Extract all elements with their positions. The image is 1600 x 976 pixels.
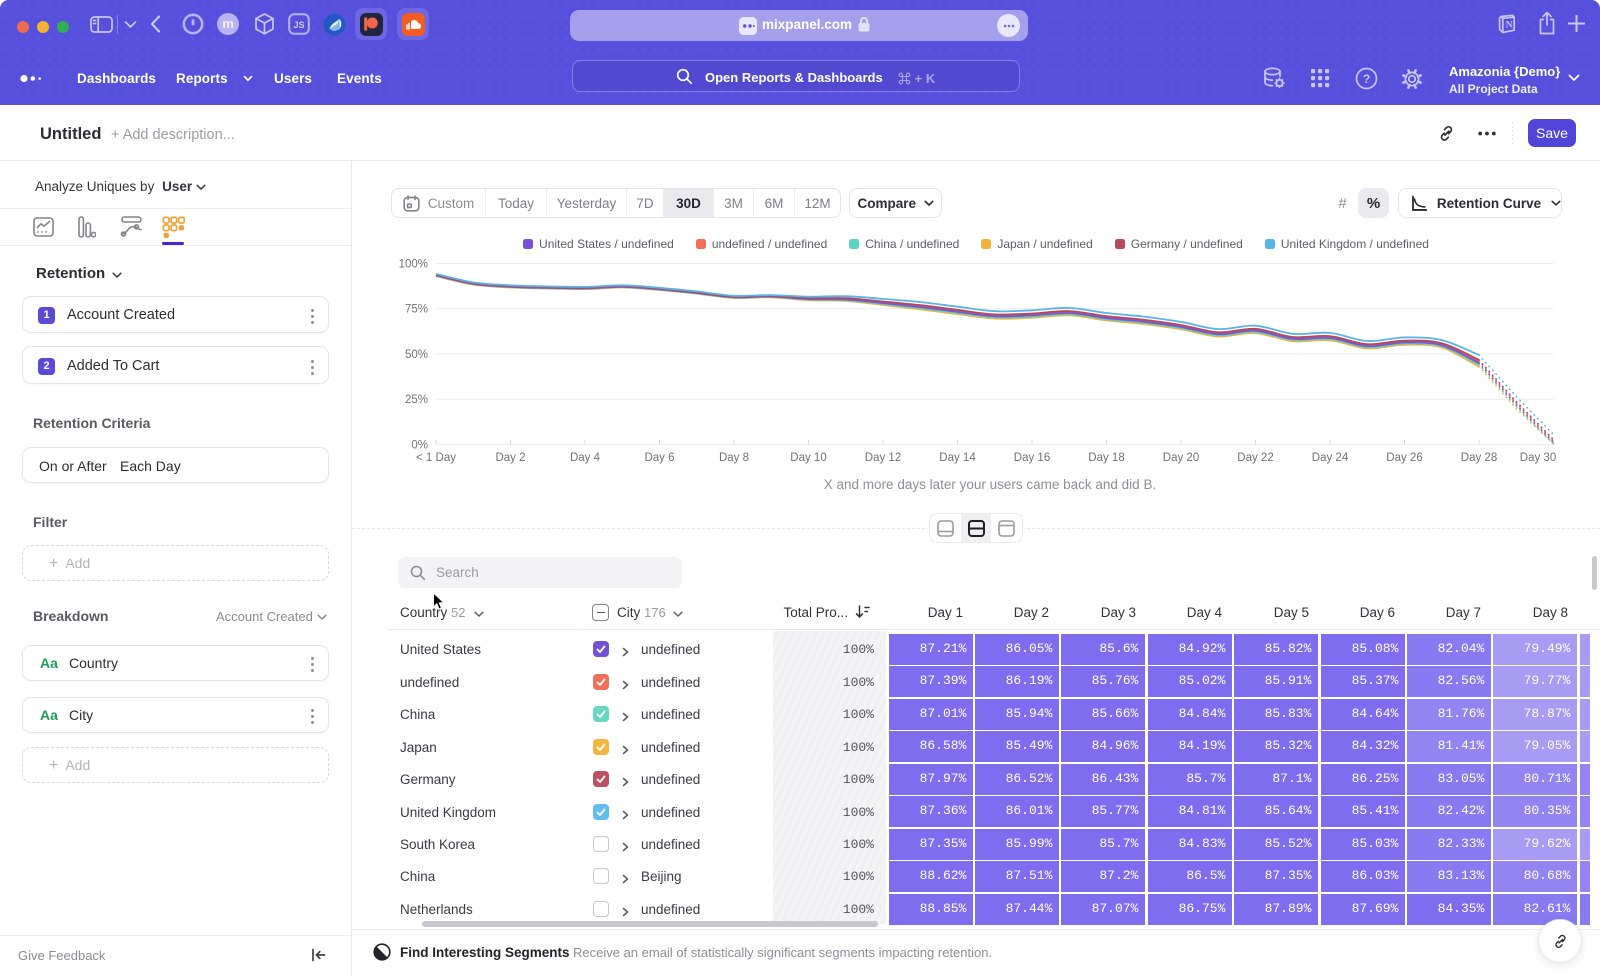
svg-text:?: ? xyxy=(1363,72,1370,86)
svg-text:Day 6: Day 6 xyxy=(644,452,674,464)
svg-text:Day 24: Day 24 xyxy=(1312,452,1349,464)
svg-text:Day 4: Day 4 xyxy=(570,452,601,464)
svg-text:Day 26: Day 26 xyxy=(1386,452,1422,464)
svg-text:100%: 100% xyxy=(399,259,428,271)
svg-text:25%: 25% xyxy=(405,394,428,406)
svg-text:Day 28: Day 28 xyxy=(1461,452,1497,464)
svg-text:Day 20: Day 20 xyxy=(1163,452,1199,464)
svg-text:Day 18: Day 18 xyxy=(1088,452,1124,464)
svg-text:Day 14: Day 14 xyxy=(939,452,976,464)
svg-text:JS: JS xyxy=(293,20,304,30)
svg-text:Day 16: Day 16 xyxy=(1014,452,1050,464)
svg-text:Day 8: Day 8 xyxy=(719,452,749,464)
svg-text:50%: 50% xyxy=(405,349,428,361)
svg-text:Day 12: Day 12 xyxy=(865,452,901,464)
svg-text:0%: 0% xyxy=(411,439,428,451)
svg-text:< 1 Day: < 1 Day xyxy=(416,452,456,464)
svg-text:Day 30: Day 30 xyxy=(1520,452,1556,464)
svg-text:N: N xyxy=(1506,21,1513,31)
svg-text:Day 2: Day 2 xyxy=(495,452,525,464)
svg-text:Day 22: Day 22 xyxy=(1237,452,1273,464)
svg-text:Day 10: Day 10 xyxy=(790,452,826,464)
svg-text:75%: 75% xyxy=(405,304,428,316)
